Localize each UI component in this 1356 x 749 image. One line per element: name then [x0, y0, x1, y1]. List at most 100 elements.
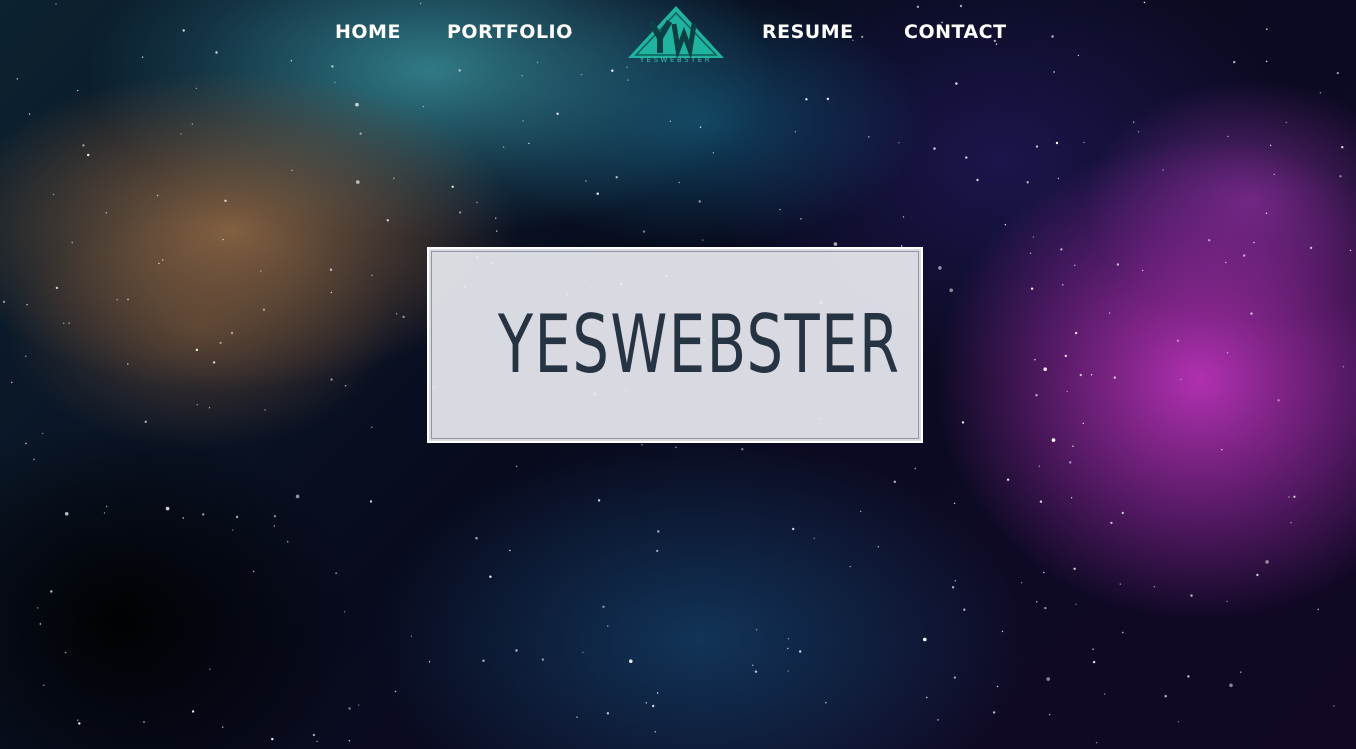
star-dot [933, 147, 936, 150]
star-dot [127, 363, 129, 365]
star-dot [316, 740, 318, 743]
star-dot [805, 98, 808, 101]
star-dot [926, 696, 928, 699]
star-dot [222, 726, 224, 728]
nav-link-home[interactable]: HOME [335, 21, 401, 43]
star-dot [1273, 173, 1275, 176]
nav-link-contact[interactable]: CONTACT [904, 21, 1007, 43]
star-dot [475, 537, 478, 540]
star-dot [953, 676, 957, 679]
star-dot [787, 638, 790, 640]
star-dot [627, 79, 629, 81]
star-dot [1243, 254, 1246, 257]
hero-title-box: YESWEBSTER [427, 247, 923, 443]
star-dot [180, 133, 182, 135]
star-dot [71, 241, 73, 244]
star-dot [1277, 399, 1280, 402]
star-dot [642, 230, 646, 233]
star-dot [26, 304, 28, 306]
star-dot [77, 89, 79, 92]
star-dot [849, 565, 851, 568]
nav-link-portfolio[interactable]: PORTFOLIO [447, 21, 573, 43]
star-dot [295, 494, 300, 499]
star-dot [1092, 648, 1094, 650]
star-dot [1285, 121, 1288, 124]
star-dot [702, 239, 704, 241]
star-dot [953, 502, 956, 504]
star-dot [1293, 495, 1296, 498]
star-dot [16, 78, 18, 80]
star-dot [1090, 374, 1093, 376]
logo-wordmark: YESWEBSTER [639, 56, 713, 64]
star-dot [64, 651, 67, 654]
star-dot [195, 348, 199, 352]
star-dot [954, 580, 956, 582]
star-dot [162, 259, 164, 261]
star-dot [402, 315, 405, 319]
star-dot [923, 637, 927, 642]
star-dot [87, 153, 90, 157]
top-navigation: HOME PORTFOLIO YESWEBSTER RESUME CONTACT [0, 0, 1356, 70]
star-dot [654, 731, 656, 733]
star-dot [893, 480, 896, 483]
star-dot [1142, 269, 1144, 272]
star-dot [1349, 249, 1352, 252]
star-dot [482, 659, 485, 662]
star-dot [965, 156, 968, 159]
star-dot [1079, 373, 1083, 377]
star-dot [371, 274, 373, 277]
star-dot [489, 575, 492, 578]
star-dot [1208, 239, 1211, 242]
star-dot [1288, 496, 1290, 498]
star-dot [1339, 175, 1342, 178]
star-dot [502, 146, 505, 148]
star-dot [312, 733, 316, 737]
star-dot [1341, 146, 1344, 149]
star-dot [273, 515, 277, 518]
star-dot [202, 513, 205, 516]
star-dot [712, 152, 715, 154]
star-dot [287, 541, 289, 543]
nav-link-resume[interactable]: RESUME [762, 21, 854, 43]
star-dot [356, 180, 360, 184]
star-dot [25, 355, 27, 357]
star-dot [330, 378, 333, 381]
star-dot [656, 692, 659, 694]
star-dot [1072, 445, 1074, 447]
site-logo[interactable]: YESWEBSTER [624, 4, 728, 68]
star-dot [1006, 478, 1010, 481]
star-dot [1253, 241, 1255, 244]
star-dot [825, 702, 827, 704]
star-dot [1116, 263, 1120, 266]
star-dot [1001, 630, 1004, 633]
star-dot [1187, 675, 1190, 678]
star-dot [25, 442, 27, 445]
star-dot [976, 178, 979, 182]
star-dot [105, 505, 108, 508]
star-dot [33, 458, 35, 461]
star-dot [1051, 438, 1056, 442]
star-dot [495, 217, 497, 219]
star-dot [105, 212, 108, 214]
star-dot [1073, 567, 1076, 570]
star-dot [1162, 169, 1164, 171]
star-dot [1070, 497, 1073, 499]
star-dot [541, 658, 545, 661]
star-dot [78, 722, 81, 725]
star-dot [116, 299, 118, 301]
star-dot [77, 719, 79, 721]
star-dot [741, 448, 744, 451]
star-dot [1221, 449, 1223, 451]
star-dot [358, 704, 360, 706]
star-dot [898, 142, 900, 144]
star-dot [222, 238, 224, 241]
star-dot [669, 120, 671, 123]
star-dot [355, 102, 359, 107]
star-dot [1036, 601, 1038, 603]
star-dot [195, 87, 198, 90]
star-dot [182, 517, 184, 519]
star-dot [938, 266, 942, 270]
star-dot [209, 668, 211, 670]
star-dot [191, 710, 195, 713]
star-dot [1104, 693, 1106, 695]
